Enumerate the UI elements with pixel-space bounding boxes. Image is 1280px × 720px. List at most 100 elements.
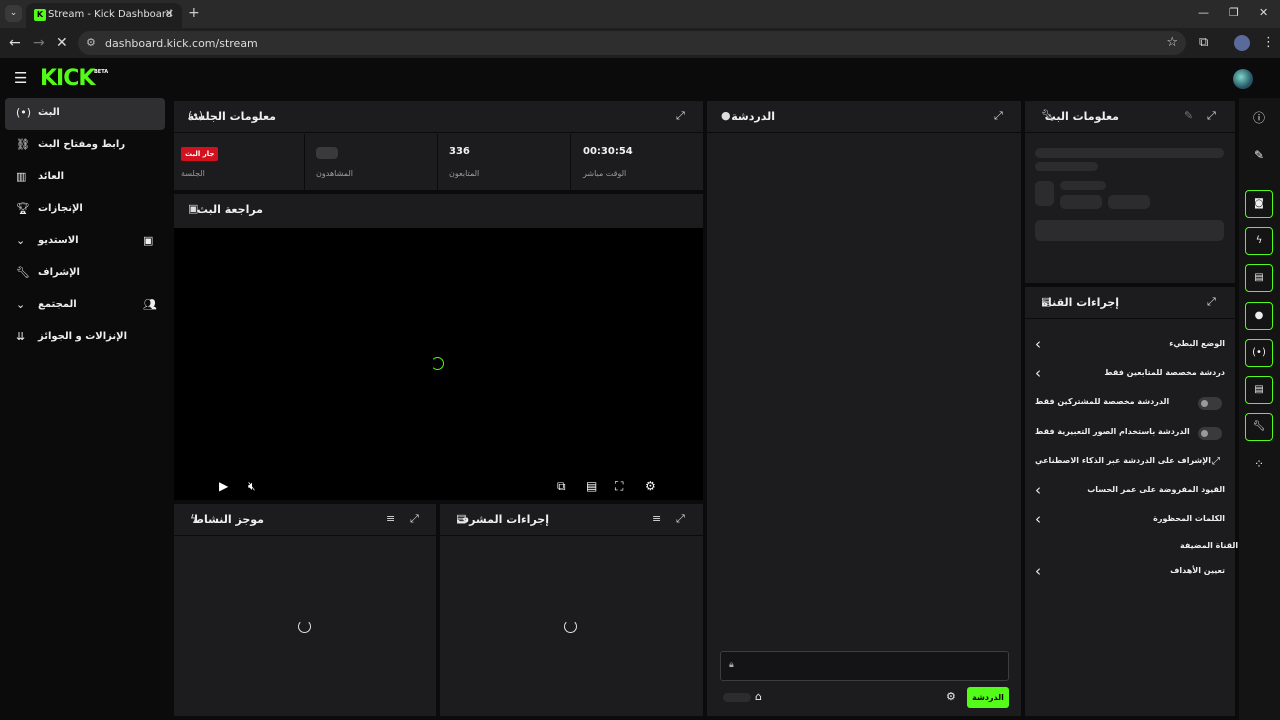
browser-tab-bar: ⌄ K Stream - Kick Dashboard ✕ + — ❐ ✕ — [0, 0, 1280, 28]
url-field[interactable]: ⚙ dashboard.kick.com/stream ☆ — [78, 31, 1186, 55]
set-goals-label: تعيين الأهداف — [1170, 566, 1225, 575]
session-label: الجلسة — [181, 169, 205, 178]
expand-icon[interactable]: ⤢ — [676, 512, 685, 526]
new-tab-button[interactable]: + — [188, 5, 200, 21]
expand-icon[interactable]: ⤢ — [1207, 109, 1216, 123]
chat-header: ⤢ الدردشة ● — [707, 101, 1021, 133]
edit-pencil-icon[interactable]: ✎ — [1184, 109, 1193, 122]
loading-skeleton — [1035, 148, 1224, 158]
edit-pencil-icon[interactable]: ✎ — [1245, 141, 1273, 169]
chat-emote-placeholder — [723, 693, 751, 702]
uptime-label: الوقت مباشر — [583, 169, 627, 178]
loading-skeleton — [1060, 181, 1106, 190]
channel-action-row[interactable]: ‹ الكلمات المحظورة — [1026, 506, 1234, 535]
stream-info-title: معلومات البث — [1044, 110, 1119, 123]
channel-settings-icon[interactable]: ▤ — [1245, 376, 1273, 404]
tab-search-button[interactable]: ⌄ — [5, 5, 22, 22]
store-icon[interactable]: ⌂ — [755, 690, 762, 703]
preview-icon: ▣ — [188, 202, 199, 215]
chevron-left-icon: ‹ — [1035, 364, 1041, 382]
chat-bubble-icon: ● — [721, 109, 731, 122]
sidebar-item-stream-key[interactable]: ⛓ رابط ومفتاح البث — [5, 130, 165, 162]
chevron-down-icon: ⌄ — [16, 298, 26, 311]
theater-mode-icon[interactable]: ▤ — [586, 479, 597, 493]
community-icon: 👥︎ — [143, 298, 157, 311]
mute-icon[interactable]: 🔇︎ — [248, 479, 256, 494]
chat-bubble-icon[interactable]: ● — [1245, 302, 1273, 330]
activity-feed-title: موجز النشاط — [192, 513, 264, 526]
browser-menu-icon[interactable]: ⋮ — [1262, 35, 1275, 50]
bookmark-star-icon[interactable]: ☆ — [1166, 35, 1178, 50]
mod-actions-header: ⤢ ≡ إجراءات المشرف ▤ — [440, 504, 703, 536]
add-widgets-icon[interactable]: ⁘ — [1245, 450, 1273, 478]
picture-in-picture-icon[interactable]: ⧉ — [557, 479, 566, 494]
browser-tab[interactable]: K Stream - Kick Dashboard ✕ — [26, 3, 182, 28]
set-goals-row[interactable]: ‹ تعيين الأهداف — [1026, 558, 1234, 587]
channel-action-row[interactable]: ‹ القيود المفروضة على عمر الحساب — [1026, 477, 1234, 506]
channel-action-label: الوضع البطيء — [1169, 339, 1225, 348]
send-chat-button[interactable]: الدردشة — [967, 687, 1009, 708]
fullscreen-icon[interactable]: ⛶ — [615, 479, 623, 494]
channel-action-row[interactable]: ‹ الوضع البطيء — [1026, 331, 1234, 360]
camera-focus-icon[interactable]: ◙ — [1245, 190, 1273, 218]
filter-icon[interactable]: ≡ — [652, 512, 661, 525]
browser-profile-avatar[interactable] — [1234, 35, 1250, 51]
document-icon[interactable]: ▤ — [1245, 264, 1273, 292]
sidebar-item-stream[interactable]: (•) البث — [5, 98, 165, 130]
expand-icon[interactable]: ⤢ — [676, 109, 685, 123]
expand-icon[interactable]: ⤢ — [410, 512, 419, 526]
expand-icon[interactable]: ⤢ — [994, 109, 1003, 123]
channel-action-label: القيود المفروضة على عمر الحساب — [1087, 485, 1225, 494]
stream-preview-header: مراجعة البث ▣ — [174, 194, 703, 228]
channel-action-row[interactable]: ‹ دردشة مخصصة للمتابعين فقط — [1026, 360, 1234, 389]
stream-info-panel: ⤢ ✎ معلومات البث 🔧︎ — [1025, 101, 1235, 283]
sidebar-item-revenue[interactable]: ▥ العائد — [5, 162, 165, 194]
sidebar-item-achievements[interactable]: 🏆︎ الإنجازات — [5, 194, 165, 226]
channel-action-row[interactable]: ⤢ الإشراف على الدردشة عبر الذكاء الاصطنا… — [1026, 448, 1234, 477]
external-link-icon: ⤢ — [1212, 456, 1220, 467]
chat-settings-gear-icon[interactable]: ⚙ — [946, 690, 956, 703]
followers-value: 336 — [449, 146, 470, 157]
site-info-icon[interactable]: ⚙ — [86, 36, 96, 49]
chat-panel: ⤢ الدردشة ● — [707, 101, 1021, 716]
sidebar-item-moderation[interactable]: 🔧︎ الإشراف — [5, 258, 165, 290]
filter-icon[interactable]: ≡ — [386, 512, 395, 525]
broadcast-icon: (•) — [16, 106, 32, 119]
settings-gear-icon[interactable]: ⚙ — [645, 479, 656, 493]
extensions-icon[interactable]: ⧉ — [1199, 35, 1208, 50]
channel-action-label: الإشراف على الدردشة عبر الذكاء الاصطناعي — [1035, 456, 1211, 465]
lightning-icon[interactable]: ϟ — [1245, 227, 1273, 255]
info-icon[interactable]: ⓘ — [1245, 104, 1273, 132]
sidebar-item-community[interactable]: ⌄ المجتمع 👥︎ — [5, 290, 165, 322]
sidebar-item-label: الاستديو — [38, 235, 79, 246]
address-bar-row: ← → ✕ ⚙ dashboard.kick.com/stream ☆ ⧉ ⋮ — [0, 28, 1280, 58]
tab-close-icon[interactable]: ✕ — [165, 7, 174, 20]
sidebar-item-drops[interactable]: ⇊ الإنزالات و الجوائز — [5, 322, 165, 354]
emotes-only-toggle[interactable] — [1198, 427, 1222, 440]
hamburger-menu-icon[interactable]: ☰ — [14, 69, 27, 87]
widget-rail: ⓘ ✎ ◙ ϟ ▤ ● (•) ▤ 🔧︎ ⁘ — [1239, 98, 1280, 720]
window-close-icon[interactable]: ✕ — [1259, 6, 1268, 19]
expand-icon[interactable]: ⤢ — [1207, 295, 1216, 309]
broadcast-icon[interactable]: (•) — [1245, 339, 1273, 367]
stop-loading-icon[interactable]: ✕ — [56, 35, 68, 51]
back-arrow-icon[interactable]: ← — [9, 35, 21, 51]
user-avatar[interactable] — [1233, 69, 1253, 89]
sidebar-item-studio[interactable]: ⌄ الاستديو ▣ — [5, 226, 165, 258]
chat-message-input[interactable]: 🔒︎ — [720, 651, 1009, 681]
forward-arrow-icon[interactable]: → — [33, 35, 45, 51]
kick-logo[interactable]: KICK — [40, 66, 95, 91]
minimize-icon[interactable]: — — [1198, 6, 1209, 19]
kick-favicon-icon: K — [34, 9, 46, 21]
sidebar-item-label: الإنزالات و الجوائز — [38, 331, 128, 342]
restore-icon[interactable]: ❐ — [1229, 6, 1239, 19]
loading-skeleton — [1035, 162, 1098, 171]
uptime-stat: 00:30:54 الوقت مباشر — [571, 134, 703, 190]
subscribers-only-toggle[interactable] — [1198, 397, 1222, 410]
url-text: dashboard.kick.com/stream — [105, 37, 258, 50]
stream-preview-title: مراجعة البث — [196, 203, 263, 216]
wrench-icon[interactable]: 🔧︎ — [1245, 413, 1273, 441]
play-icon[interactable]: ▶ — [219, 479, 228, 493]
lock-icon: 🔒︎ — [729, 660, 734, 670]
stream-preview-video[interactable] — [174, 228, 703, 500]
